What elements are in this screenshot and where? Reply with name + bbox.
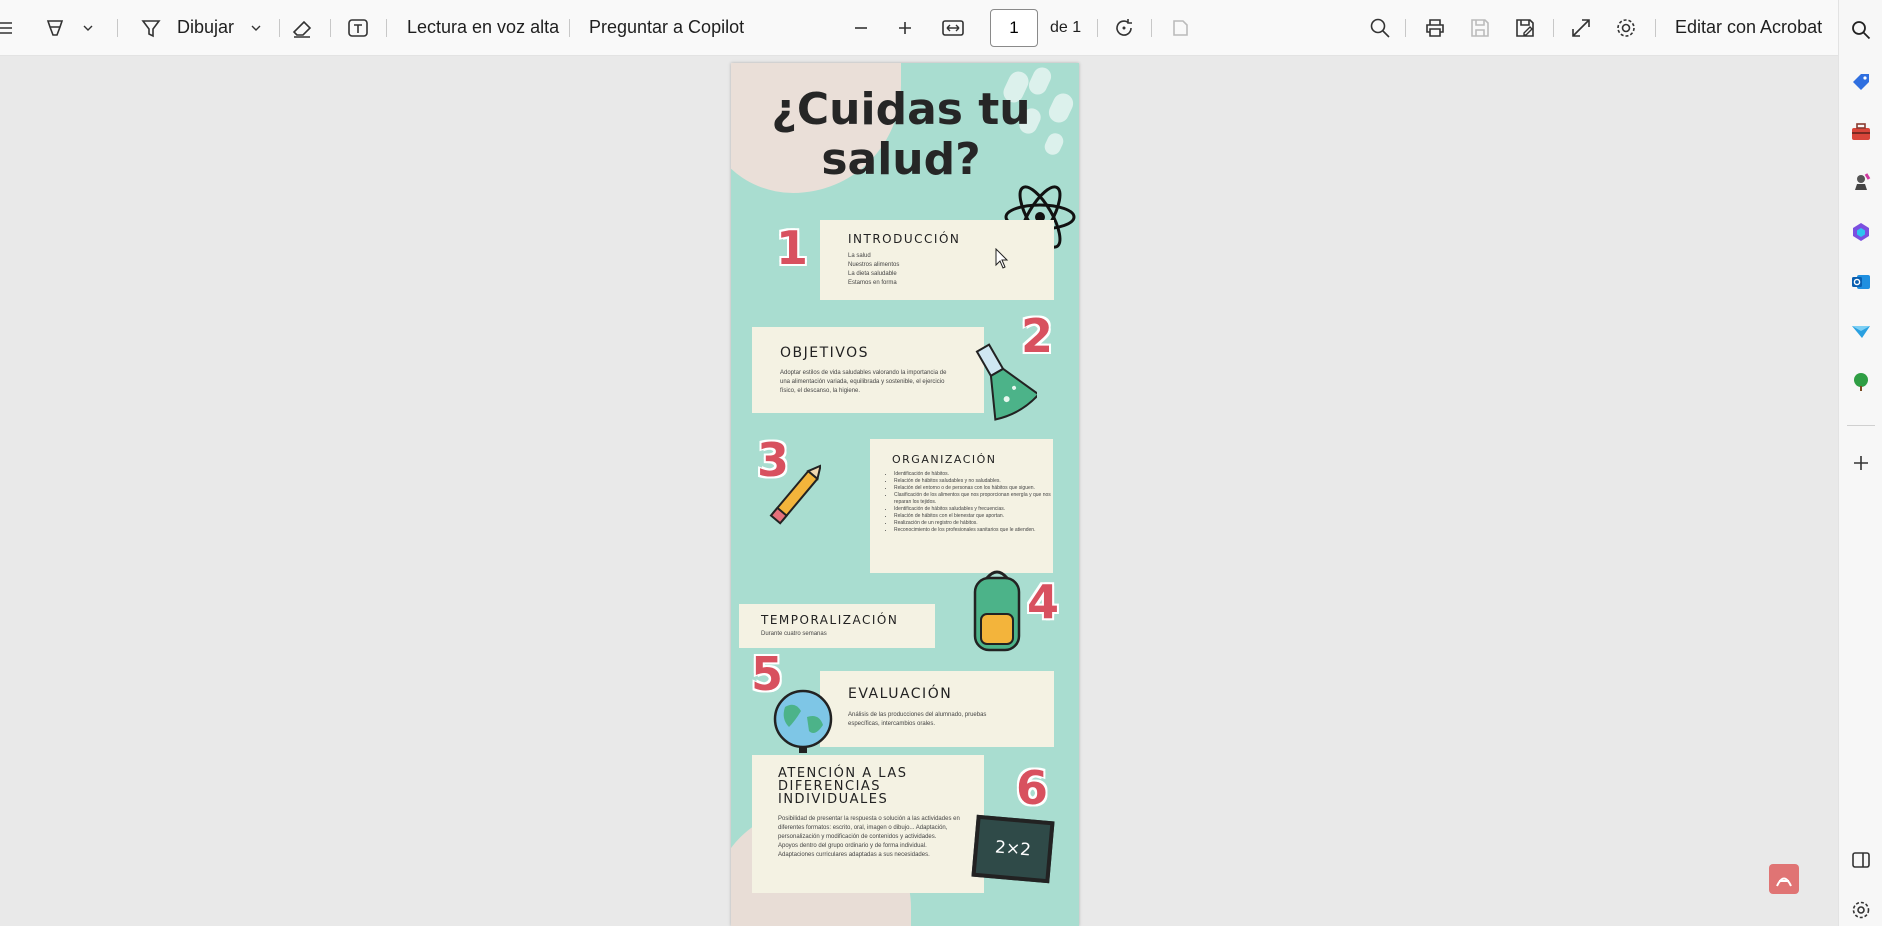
zoom-in-icon[interactable] xyxy=(897,0,913,55)
section-introduction: INTRODUCCIÓN La salud Nuestros alimentos… xyxy=(820,220,1054,300)
search-icon[interactable] xyxy=(1849,18,1873,42)
section-number: 4 xyxy=(1027,575,1060,629)
chalkboard: 2×2 xyxy=(971,814,1055,884)
chevron-down-icon[interactable] xyxy=(82,0,94,55)
edit-with-acrobat-button[interactable]: Editar con Acrobat xyxy=(1675,0,1822,55)
ask-copilot-button[interactable]: Preguntar a Copilot xyxy=(589,0,744,55)
section-heading: TEMPORALIZACIÓN xyxy=(761,613,899,627)
section-heading: OBJETIVOS xyxy=(780,345,870,361)
sidebar-toggle-icon[interactable] xyxy=(1849,848,1873,872)
pdf-page[interactable]: ¿Cuidas tu salud? 1 INTRODUCCIÓN La salu… xyxy=(731,63,1079,926)
section-heading: ORGANIZACIÓN xyxy=(892,453,997,466)
section-number: 1 xyxy=(776,221,809,275)
chevron-down-icon[interactable] xyxy=(250,0,262,55)
zoom-out-icon[interactable] xyxy=(853,0,869,55)
pdf-toolbar: Dibujar Lectura en voz alta Preguntar a … xyxy=(0,0,1838,56)
backpack-icon xyxy=(973,570,1021,652)
games-icon[interactable] xyxy=(1849,170,1873,194)
globe-icon xyxy=(773,689,833,753)
outlook-icon[interactable] xyxy=(1849,270,1873,294)
section-heading: ATENCIÓN A LAS DIFERENCIAS INDIVIDUALES xyxy=(778,766,908,807)
save-as-icon[interactable] xyxy=(1514,0,1536,55)
flask-icon xyxy=(975,343,1037,421)
page-number-input[interactable]: 1 xyxy=(990,9,1038,47)
highlight-icon[interactable] xyxy=(44,0,66,55)
shopping-tag-icon[interactable] xyxy=(1849,70,1873,94)
toolbox-icon[interactable] xyxy=(1849,120,1873,144)
gear-icon[interactable] xyxy=(1849,898,1873,922)
page-total: de 1 xyxy=(1050,18,1082,36)
menu-icon[interactable] xyxy=(0,0,14,55)
acrobat-icon[interactable] xyxy=(1769,864,1799,894)
text-box-icon[interactable] xyxy=(347,0,369,55)
section-heading: EVALUACIÓN xyxy=(848,686,953,702)
section-heading: INTRODUCCIÓN xyxy=(848,232,961,246)
fullscreen-icon[interactable] xyxy=(1570,0,1592,55)
edge-sidebar xyxy=(1838,0,1882,926)
add-icon[interactable] xyxy=(1849,451,1873,475)
section-timing: TEMPORALIZACIÓN Durante cuatro semanas xyxy=(739,604,935,648)
send-icon[interactable] xyxy=(1849,320,1873,344)
section-objectives: OBJETIVOS Adoptar estilos de vida saluda… xyxy=(752,327,984,413)
microsoft365-icon[interactable] xyxy=(1849,220,1873,244)
pencil-icon xyxy=(769,464,821,525)
document-title: ¿Cuidas tu salud? xyxy=(771,84,1031,185)
gear-icon[interactable] xyxy=(1615,0,1637,55)
search-icon[interactable] xyxy=(1369,0,1391,55)
draw-icon[interactable] xyxy=(140,0,162,55)
page-view-icon[interactable] xyxy=(1169,0,1191,55)
eraser-icon[interactable] xyxy=(291,0,313,55)
draw-button[interactable]: Dibujar xyxy=(177,0,234,55)
section-organization: ORGANIZACIÓN Identificación de hábitos. … xyxy=(870,439,1053,573)
mouse-cursor-icon xyxy=(995,248,1009,269)
section-evaluation: EVALUACIÓN Análisis de las producciones … xyxy=(820,671,1054,747)
read-aloud-button[interactable]: Lectura en voz alta xyxy=(407,0,559,55)
print-icon[interactable] xyxy=(1424,0,1446,55)
rotate-icon[interactable] xyxy=(1113,0,1135,55)
fit-width-icon[interactable] xyxy=(942,0,964,55)
section-number: 6 xyxy=(1016,761,1049,815)
section-diversity: ATENCIÓN A LAS DIFERENCIAS INDIVIDUALES … xyxy=(752,755,984,893)
save-icon[interactable] xyxy=(1469,0,1491,55)
tree-icon[interactable] xyxy=(1849,370,1873,394)
